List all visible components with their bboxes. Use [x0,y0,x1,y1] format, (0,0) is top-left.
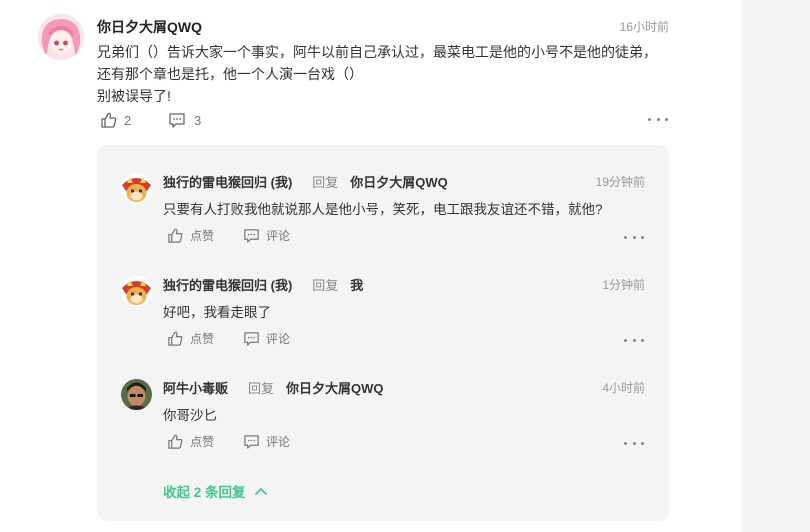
like-label: 点赞 [190,229,215,243]
right-gutter [741,0,810,532]
like-label: 点赞 [190,435,215,449]
reply-avatar[interactable] [121,276,152,307]
comment-line: 还有那个章也是托，他一个人演一台戏（） [97,66,363,82]
reply-like-button[interactable]: 点赞 [167,227,214,244]
reply-author[interactable]: 阿牛小毒贩 [163,378,228,397]
reply-like-button[interactable]: 点赞 [167,330,214,347]
reply-header: 阿牛小毒贩 回复 你日夕大屑QWQ [163,378,384,397]
thumbs-up-icon [168,434,183,449]
reply-item: 独行的雷电猴回归 (我) 回复 我 1分钟前 好吧，我看走眼了 点赞 评论 [97,248,669,348]
more-icon[interactable] [624,231,644,243]
collapse-replies-button[interactable]: 收起 2 条回复 [163,481,268,501]
reply-text: 只要有人打败我他就说那人是他小号，笑死，电工跟我友谊还不错，就他? [163,202,603,217]
comment-author[interactable]: 你日夕大屑QWQ [97,17,202,37]
reply-avatar[interactable] [121,173,152,204]
reply-author[interactable]: 独行的雷电猴回归 (我) [163,275,292,294]
reply-header: 独行的雷电猴回归 (我) 回复 你日夕大屑QWQ [163,172,448,191]
reply-like-button[interactable]: 点赞 [167,433,214,450]
comment-icon [244,229,259,243]
reply-word: 回复 [312,278,339,293]
comment-time: 16小时前 [619,20,669,34]
thumbs-up-icon [168,228,183,243]
reply-word: 回复 [248,381,275,396]
comment-button[interactable]: 3 [168,111,201,129]
user-avatar[interactable] [38,14,84,60]
reply-time: 1分钟前 [602,278,645,292]
thumbs-up-icon [101,112,117,128]
reply-time: 19分钟前 [595,175,645,189]
comment-line: 兄弟们（）告诉大家一个事实，阿牛以前自己承认过，最菜电工是他的小号不是他的徒弟， [97,44,657,60]
reply-comment-button[interactable]: 评论 [243,330,290,347]
more-icon[interactable] [624,437,644,449]
reply-target[interactable]: 你日夕大屑QWQ [286,378,384,397]
collapse-label: 收起 2 条回复 [163,485,246,500]
comment-icon [169,113,185,128]
reply-time: 4小时前 [602,381,645,395]
comment-text: 兄弟们（）告诉大家一个事实，阿牛以前自己承认过，最菜电工是他的小号不是他的徒弟，… [97,41,672,107]
reply-target[interactable]: 你日夕大屑QWQ [350,172,448,191]
comment-icon [244,332,259,346]
comment-label: 评论 [266,229,291,243]
reply-author[interactable]: 独行的雷电猴回归 (我) [163,172,292,191]
thumbs-up-icon [168,331,183,346]
comment-count: 3 [194,112,202,128]
like-button[interactable]: 2 [100,111,131,129]
reply-header: 独行的雷电猴回归 (我) 回复 我 [163,275,363,294]
comment-icon [244,435,259,449]
reply-target[interactable]: 我 [350,275,363,294]
reply-item: 阿牛小毒贩 回复 你日夕大屑QWQ 4小时前 你哥沙匕 点赞 评论 [97,351,669,451]
reply-text: 你哥沙匕 [163,408,217,423]
chevron-up-icon [254,488,267,495]
like-label: 点赞 [190,332,215,346]
comment-label: 评论 [266,332,291,346]
more-icon[interactable] [624,334,644,346]
reply-comment-button[interactable]: 评论 [243,227,290,244]
reply-comment-button[interactable]: 评论 [243,433,290,450]
like-count: 2 [124,112,132,128]
reply-avatar[interactable] [121,379,152,410]
comment-line: 别被误导了! [97,88,171,104]
comment-label: 评论 [266,435,291,449]
reply-item: 独行的雷电猴回归 (我) 回复 你日夕大屑QWQ 19分钟前 只要有人打败我他就… [97,145,669,245]
reply-word: 回复 [312,175,339,190]
more-icon[interactable] [648,113,668,125]
reply-text: 好吧，我看走眼了 [163,305,271,320]
replies-panel: 独行的雷电猴回归 (我) 回复 你日夕大屑QWQ 19分钟前 只要有人打败我他就… [97,145,669,521]
